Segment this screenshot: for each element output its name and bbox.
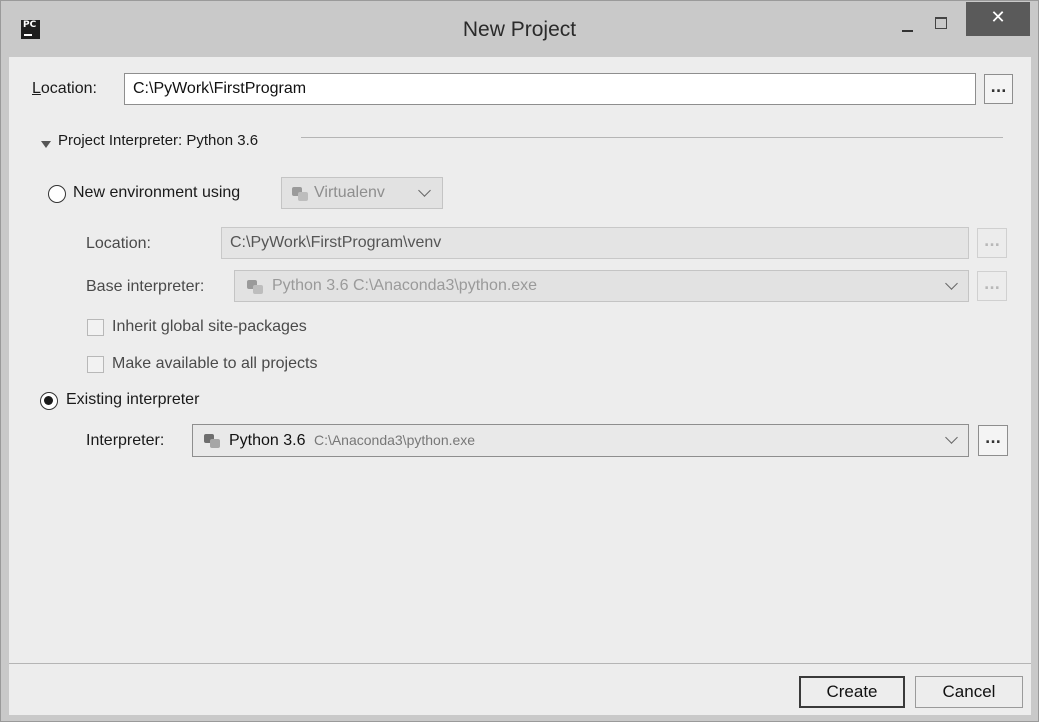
base-interpreter-label: Base interpreter: (86, 278, 205, 295)
title-bar[interactable]: PC New Project ✕ (1, 1, 1038, 57)
interpreter-section-title[interactable]: Project Interpreter: Python 3.6 (58, 132, 258, 149)
interpreter-select[interactable]: Python 3.6 C:\Anaconda3\python.exe (192, 424, 969, 457)
new-environment-label[interactable]: New environment using (73, 184, 240, 202)
location-browse-button[interactable]: ... (984, 74, 1013, 104)
make-available-checkbox[interactable] (87, 356, 104, 373)
location-label: Location: (32, 80, 97, 97)
python-icon (247, 280, 263, 294)
section-divider (301, 137, 1003, 138)
interpreter-path: C:\Anaconda3\python.exe (313, 432, 476, 448)
existing-interpreter-label[interactable]: Existing interpreter (66, 391, 199, 409)
base-interpreter-select[interactable]: Python 3.6 C:\Anaconda3\python.exe (234, 270, 969, 302)
make-available-label[interactable]: Make available to all projects (112, 355, 317, 373)
venv-location-input[interactable]: C:\PyWork\FirstProgram\venv (221, 227, 969, 259)
create-button[interactable]: Create (799, 676, 905, 708)
interpreter-name: Python 3.6 (229, 432, 306, 449)
python-icon (204, 434, 220, 448)
base-interpreter-value: Python 3.6 C:\Anaconda3\python.exe (272, 277, 538, 294)
virtualenv-icon (292, 187, 308, 201)
base-interpreter-browse-button[interactable]: ... (977, 271, 1007, 301)
chevron-down-icon (945, 431, 958, 444)
maximize-button[interactable] (923, 11, 957, 37)
minimize-button[interactable] (892, 13, 922, 39)
window-title: New Project (462, 18, 577, 41)
environment-tool-select[interactable]: Virtualenv (281, 177, 443, 209)
interpreter-browse-button[interactable]: ... (978, 425, 1008, 456)
chevron-down-icon (418, 184, 431, 197)
existing-interpreter-radio[interactable] (40, 392, 58, 410)
new-environment-radio[interactable] (48, 185, 66, 203)
location-input[interactable]: C:\PyWork\FirstProgram (124, 73, 976, 105)
dialog-body: Location: C:\PyWork\FirstProgram ... Pro… (9, 57, 1031, 715)
collapse-arrow-icon[interactable] (41, 141, 51, 148)
new-project-window: PC New Project ✕ Location: C:\PyWork\Fir… (0, 0, 1039, 722)
interpreter-label: Interpreter: (86, 432, 165, 449)
inherit-packages-checkbox[interactable] (87, 319, 104, 336)
cancel-button[interactable]: Cancel (915, 676, 1023, 708)
environment-tool-value: Virtualenv (314, 184, 385, 201)
close-button[interactable]: ✕ (966, 2, 1030, 36)
inherit-packages-label[interactable]: Inherit global site-packages (112, 318, 307, 336)
chevron-down-icon (945, 277, 958, 290)
close-icon: ✕ (990, 7, 1006, 28)
venv-location-browse-button[interactable]: ... (977, 228, 1007, 258)
venv-location-label: Location: (86, 235, 151, 252)
footer-divider (9, 663, 1031, 664)
